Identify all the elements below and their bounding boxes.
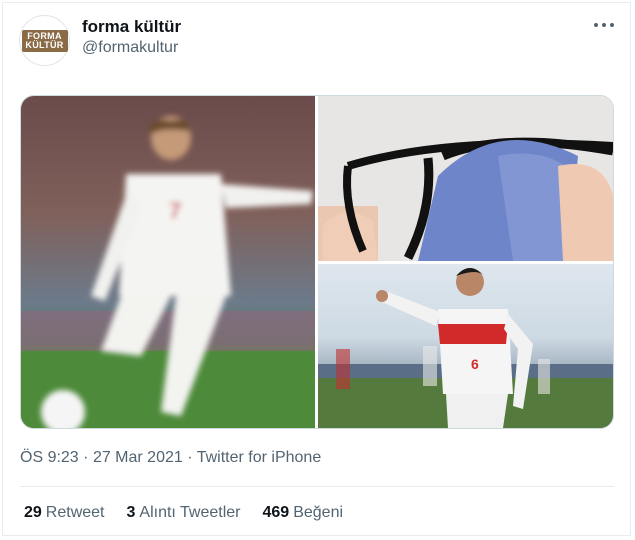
time-link[interactable]: ÖS 9:23 · 27 Mar 2021 (20, 449, 183, 466)
user-handle[interactable]: @formakultur (82, 39, 178, 57)
time-text: ÖS 9:23 (20, 449, 79, 466)
more-options-icon[interactable] (594, 17, 614, 33)
date-text: 27 Mar 2021 (92, 449, 183, 466)
source-link[interactable]: Twitter for iPhone (197, 449, 322, 466)
shirt-number-2: 6 (471, 356, 479, 372)
separator-dot-2: · (187, 449, 193, 466)
separator-dot: · (83, 449, 89, 466)
avatar[interactable]: FORMA KÜLTÜR (19, 15, 70, 66)
photo-footballer-celebrating[interactable]: 6 (318, 264, 613, 428)
forma-kultur-logo: FORMA KÜLTÜR (21, 29, 68, 52)
retweet-label: Retweet (45, 504, 105, 521)
quote-tweets-stat[interactable]: 3 Alıntı Tweetler (127, 504, 241, 522)
shirt-number: 7 (169, 198, 181, 223)
logo-line-2: KÜLTÜR (25, 39, 64, 50)
photo-player-kicking[interactable]: 7 (21, 96, 315, 428)
retweet-stat[interactable]: 29 Retweet (24, 504, 105, 522)
quote-count: 3 (126, 504, 136, 521)
divider (20, 486, 614, 487)
quote-label: Alıntı Tweetler (139, 504, 241, 521)
retweet-count: 29 (24, 504, 42, 521)
tweet-stats: 29 Retweet 3 Alıntı Tweetler 469 Beğeni (24, 504, 343, 522)
media-grid: 7 6 (20, 95, 614, 429)
photo-cleaning-glasses[interactable] (318, 96, 613, 261)
likes-count: 469 (262, 504, 290, 521)
likes-stat[interactable]: 469 Beğeni (263, 504, 344, 522)
likes-label: Beğeni (293, 504, 344, 521)
display-name[interactable]: forma kültür (82, 17, 181, 37)
tweet-timestamp: ÖS 9:23 · 27 Mar 2021 · Twitter for iPho… (20, 449, 321, 467)
